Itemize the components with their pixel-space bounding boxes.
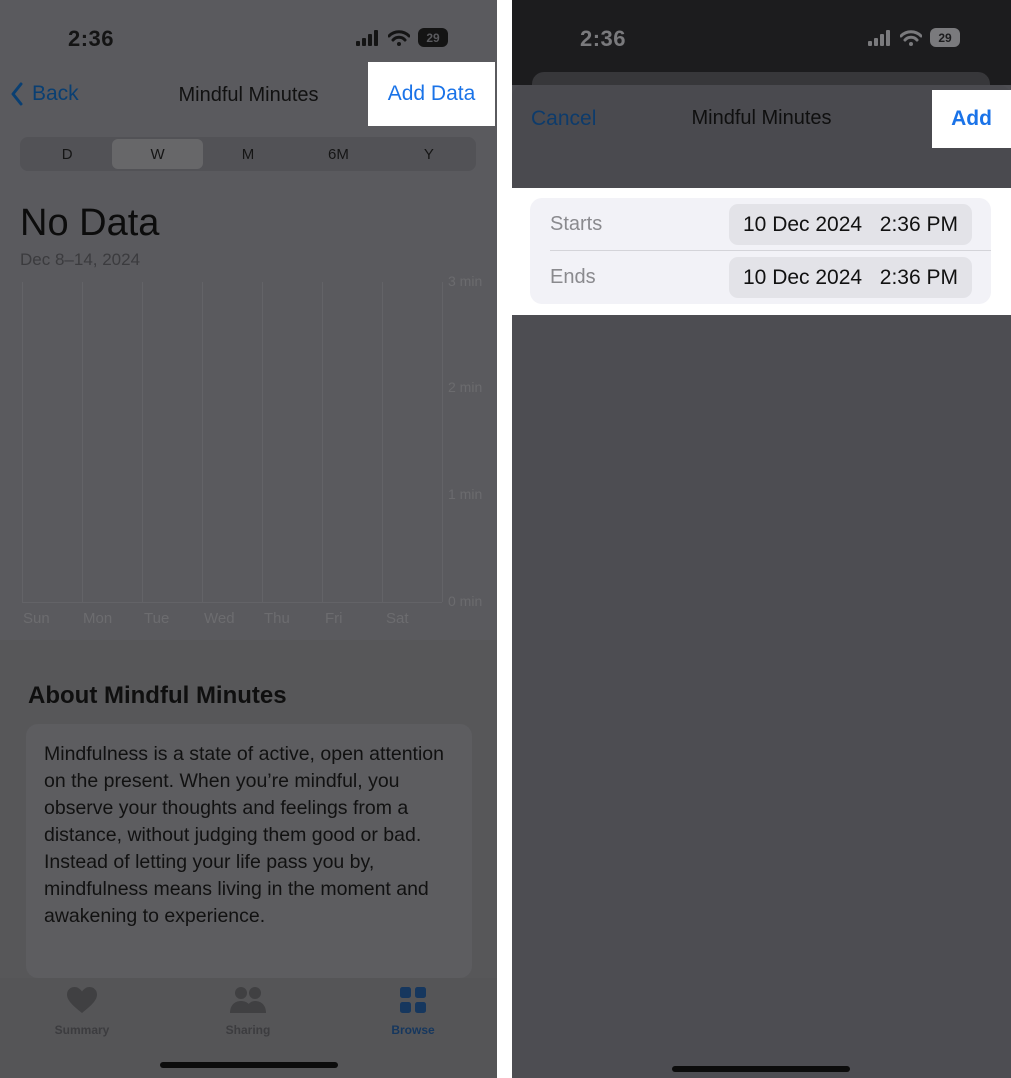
- tab-label: Sharing: [225, 1023, 271, 1037]
- starts-row: Starts 10 Dec 2024 2:36 PM: [530, 198, 991, 251]
- starts-datetime-picker[interactable]: 10 Dec 2024 2:36 PM: [729, 204, 972, 245]
- ends-datetime-picker[interactable]: 10 Dec 2024 2:36 PM: [729, 257, 972, 298]
- y-tick-label: 3 min: [448, 273, 483, 289]
- starts-date: 10 Dec 2024: [743, 212, 863, 236]
- chart-gridline: [322, 282, 323, 602]
- status-time: 2:36: [68, 26, 115, 51]
- people-icon: [230, 987, 266, 1013]
- grid-icon: [400, 987, 426, 1013]
- chart-gridline: [142, 282, 143, 602]
- add-data-button[interactable]: Add Data: [368, 62, 495, 126]
- back-label: Back: [32, 82, 79, 105]
- date-form-highlight: Starts 10 Dec 2024 2:36 PM Ends 10 Dec 2…: [512, 188, 1011, 315]
- battery-icon: 29: [930, 28, 960, 47]
- x-tick-label: Wed: [204, 610, 235, 627]
- starts-time: 2:36 PM: [879, 212, 958, 236]
- ends-row: Ends 10 Dec 2024 2:36 PM: [530, 251, 991, 304]
- chart-gridline: [442, 282, 443, 602]
- add-data-sheet: Cancel Mindful Minutes Add Starts 10 Dec…: [512, 85, 1011, 1078]
- heart-icon: [67, 987, 97, 1013]
- segment-day[interactable]: D: [22, 139, 112, 169]
- date-form-card: Starts 10 Dec 2024 2:36 PM Ends 10 Dec 2…: [530, 198, 991, 304]
- y-tick-label: 0 min: [448, 593, 483, 609]
- home-indicator[interactable]: [160, 1062, 338, 1068]
- tab-label: Browse: [391, 1023, 435, 1037]
- segment-six-months[interactable]: 6M: [293, 139, 383, 169]
- y-tick-label: 2 min: [448, 379, 483, 395]
- add-button[interactable]: Add: [932, 90, 1011, 148]
- left-phone-screen: 2:36 29 Back Mindful Minutes Add Data D …: [0, 0, 497, 1078]
- chart-gridline: [22, 282, 23, 602]
- x-tick-label: Thu: [264, 610, 290, 627]
- chart-gridline: [382, 282, 383, 602]
- wifi-icon: [900, 29, 922, 46]
- chart-baseline: [22, 602, 442, 603]
- x-tick-label: Fri: [325, 610, 343, 627]
- segment-week[interactable]: W: [112, 139, 203, 169]
- wifi-icon: [388, 29, 410, 46]
- status-time: 2:36: [580, 26, 627, 51]
- x-tick-label: Sat: [386, 610, 409, 627]
- navigation-bar: Back Mindful Minutes Add Data: [0, 62, 497, 126]
- x-tick-label: Tue: [144, 610, 170, 627]
- segment-year[interactable]: Y: [384, 139, 474, 169]
- status-icons: 29: [356, 28, 448, 47]
- starts-label: Starts: [550, 213, 603, 235]
- chart-gridline: [202, 282, 203, 602]
- segment-month[interactable]: M: [203, 139, 293, 169]
- x-tick-label: Sun: [23, 610, 50, 627]
- right-phone-screen: 2:36 29 Cancel Mindful Minutes Add Start…: [512, 0, 1011, 1078]
- cellular-signal-icon: [868, 29, 890, 46]
- tab-summary[interactable]: Summary: [27, 986, 137, 1037]
- tab-label: Summary: [54, 1023, 110, 1037]
- y-tick-label: 1 min: [448, 486, 483, 502]
- battery-icon: 29: [418, 28, 448, 47]
- no-data-heading: No Data: [20, 202, 160, 244]
- cellular-signal-icon: [356, 29, 378, 46]
- chart-gridline: [262, 282, 263, 602]
- sheet-header: Cancel Mindful Minutes Add: [512, 85, 1011, 188]
- about-section: About Mindful Minutes Mindfulness is a s…: [0, 640, 497, 978]
- tab-sharing[interactable]: Sharing: [193, 986, 303, 1037]
- ends-time: 2:36 PM: [879, 265, 958, 289]
- time-range-segmented-control: D W M 6M Y: [20, 137, 476, 171]
- tab-browse[interactable]: Browse: [358, 986, 468, 1037]
- ends-date: 10 Dec 2024: [743, 265, 863, 289]
- chevron-left-icon: [11, 82, 23, 106]
- mindful-minutes-chart: 3 min 2 min 1 min 0 min Sun Mon Tue Wed …: [0, 270, 497, 640]
- status-icons: 29: [868, 28, 960, 47]
- x-tick-label: Mon: [83, 610, 113, 627]
- date-range-label: Dec 8–14, 2024: [20, 250, 141, 269]
- status-bar: 2:36 29: [0, 0, 497, 70]
- chart-gridline: [82, 282, 83, 602]
- about-title: About Mindful Minutes: [28, 682, 287, 709]
- about-description: Mindfulness is a state of active, open a…: [26, 724, 472, 978]
- cancel-button[interactable]: Cancel: [531, 107, 596, 131]
- home-indicator[interactable]: [672, 1066, 850, 1072]
- ends-label: Ends: [550, 266, 596, 288]
- back-button[interactable]: Back: [10, 82, 79, 106]
